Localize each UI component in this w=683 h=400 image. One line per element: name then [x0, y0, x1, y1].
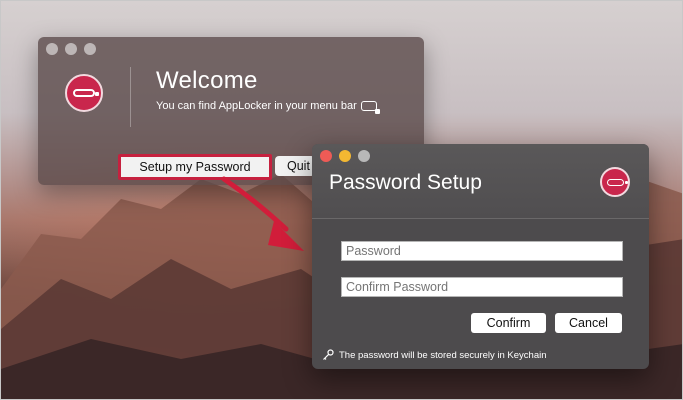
setup-title: Password Setup [329, 171, 482, 194]
zoom-icon[interactable] [84, 43, 96, 55]
keychain-note: The password will be stored securely in … [322, 349, 547, 361]
minimize-icon[interactable] [65, 43, 77, 55]
confirm-button[interactable]: Confirm [471, 313, 546, 333]
applocker-logo-icon [600, 167, 630, 197]
welcome-subtitle: You can find AppLocker in your menu bar [156, 100, 357, 112]
zoom-icon[interactable] [358, 150, 370, 162]
divider [130, 67, 131, 127]
password-field[interactable] [341, 241, 623, 261]
key-icon [323, 349, 334, 360]
password-setup-window: Password Setup Confirm Cancel The passwo… [312, 144, 649, 369]
keychain-note-text: The password will be stored securely in … [339, 349, 547, 361]
menubar-applocker-icon [361, 101, 380, 114]
close-icon[interactable] [320, 150, 332, 162]
applocker-logo-icon [65, 74, 103, 112]
close-icon[interactable] [46, 43, 58, 55]
confirm-password-field[interactable] [341, 277, 623, 297]
cancel-button[interactable]: Cancel [555, 313, 622, 333]
welcome-window-controls [46, 43, 96, 55]
screenshot-frame: Welcome You can find AppLocker in your m… [0, 0, 683, 400]
welcome-title: Welcome [156, 67, 258, 94]
setup-window-controls [320, 150, 370, 162]
arrow-icon [221, 176, 304, 251]
minimize-icon[interactable] [339, 150, 351, 162]
